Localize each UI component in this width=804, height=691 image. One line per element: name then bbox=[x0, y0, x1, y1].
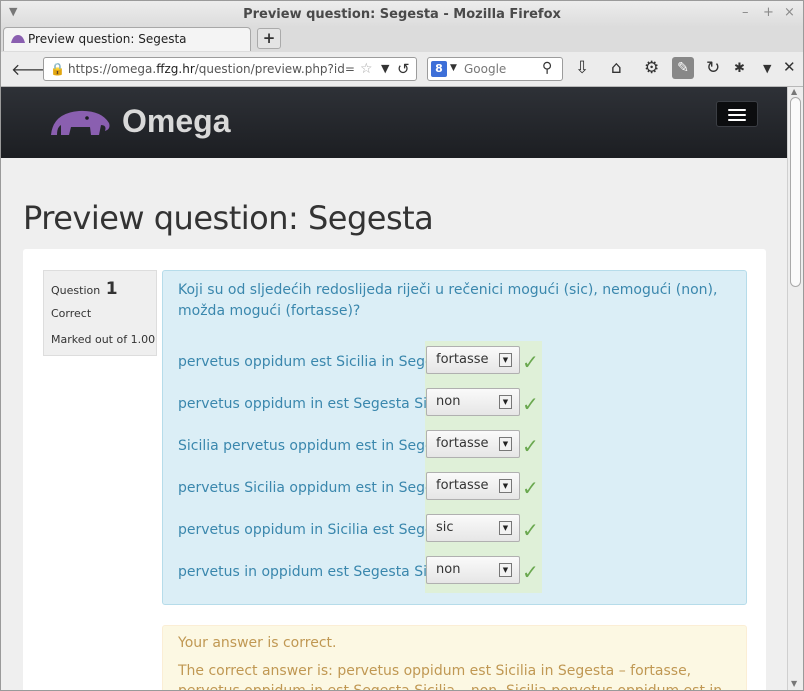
addon-puzzle-icon[interactable]: ⚙ bbox=[644, 58, 659, 78]
site-header: Omega bbox=[1, 87, 787, 158]
answer-phrase: pervetus oppidum in Sicilia est Segesta bbox=[178, 522, 455, 538]
search-engine-icon[interactable]: 8 bbox=[431, 61, 447, 77]
search-placeholder: Google bbox=[464, 62, 507, 76]
question-card: Question 1 Correct Marked out of 1.00 Ko… bbox=[23, 249, 766, 691]
maximize-button[interactable]: + bbox=[763, 5, 774, 20]
new-tab-button[interactable]: + bbox=[257, 28, 281, 49]
dropdown-arrow-icon[interactable]: ▼ bbox=[499, 395, 512, 409]
reload-icon[interactable]: ↺ bbox=[397, 60, 410, 78]
url-bar[interactable]: 🔒 https://omega.ffzg.hr/question/preview… bbox=[43, 57, 417, 81]
vertical-scrollbar[interactable]: ▲ ▼ bbox=[787, 87, 803, 690]
dropdown-arrow-icon[interactable]: ▼ bbox=[499, 563, 512, 577]
answer-select-value: non bbox=[436, 394, 461, 409]
navigation-toolbar: 🡐 🔒 https://omega.ffzg.hr/question/previ… bbox=[1, 52, 803, 87]
question-formulation: Koji su od sljedećih redoslijeda riječi … bbox=[162, 270, 747, 605]
window-title: Preview question: Segesta - Mozilla Fire… bbox=[243, 7, 561, 22]
answer-phrase: pervetus in oppidum est Segesta Sicilia bbox=[178, 564, 455, 580]
page-title: Preview question: Segesta bbox=[23, 199, 434, 237]
answer-select[interactable]: fortasse ▼ bbox=[426, 430, 520, 458]
sync-icon[interactable]: ↻ bbox=[706, 58, 720, 78]
question-number: Question 1 bbox=[51, 279, 118, 299]
dropdown-arrow-icon[interactable]: ▼ bbox=[499, 521, 512, 535]
correct-check-icon: ✓ bbox=[522, 434, 539, 458]
scrollbar-thumb[interactable] bbox=[790, 97, 801, 287]
downloads-icon[interactable]: ⇩ bbox=[575, 58, 589, 78]
answer-select[interactable]: fortasse ▼ bbox=[426, 472, 520, 500]
tab-title: Preview question: Segesta bbox=[28, 32, 187, 46]
question-state: Correct bbox=[51, 307, 92, 320]
scroll-up-icon[interactable]: ▲ bbox=[791, 87, 797, 96]
page-viewport: Omega Preview question: Segesta Question… bbox=[1, 87, 787, 691]
answer-phrase: pervetus oppidum in est Segesta Sicilia bbox=[178, 396, 455, 412]
dropdown-arrow-icon[interactable]: ▼ bbox=[499, 437, 512, 451]
home-icon[interactable]: ⌂ bbox=[611, 58, 622, 78]
question-grade: Marked out of 1.00 bbox=[51, 333, 156, 346]
nav-menu-button[interactable] bbox=[716, 101, 758, 127]
answer-row: pervetus oppidum in est Segesta Sicilia … bbox=[163, 385, 748, 425]
toolbar-overflow-icon[interactable]: ▼ bbox=[763, 62, 771, 75]
answer-select[interactable]: fortasse ▼ bbox=[426, 346, 520, 374]
answer-select-value: non bbox=[436, 562, 461, 577]
correct-check-icon: ✓ bbox=[522, 392, 539, 416]
answer-select-value: fortasse bbox=[436, 478, 489, 493]
url-text: https://omega.ffzg.hr/question/preview.p… bbox=[68, 62, 354, 76]
answer-select-value: sic bbox=[436, 520, 454, 535]
tools-icon[interactable]: ✕ bbox=[783, 58, 796, 76]
tab-preview-question[interactable]: Preview question: Segesta bbox=[3, 27, 251, 51]
answer-phrase: pervetus oppidum est Sicilia in Segesta bbox=[178, 354, 455, 370]
dropdown-arrow-icon[interactable]: ▼ bbox=[499, 479, 512, 493]
answer-select-value: fortasse bbox=[436, 352, 489, 367]
evernote-icon[interactable]: ✎ bbox=[672, 57, 694, 79]
answer-row: pervetus oppidum in Sicilia est Segesta … bbox=[163, 511, 748, 551]
answer-row: pervetus in oppidum est Segesta Sicilia … bbox=[163, 553, 748, 593]
right-answer: The correct answer is: pervetus oppidum … bbox=[178, 663, 723, 691]
general-feedback: Your answer is correct. bbox=[178, 635, 337, 651]
elephant-logo-icon[interactable] bbox=[49, 109, 113, 137]
bug-icon[interactable]: ✱ bbox=[734, 61, 745, 76]
answer-phrase: pervetus Sicilia oppidum est in Segesta bbox=[178, 480, 455, 496]
site-logo-text[interactable]: Omega bbox=[122, 103, 230, 140]
correct-check-icon: ✓ bbox=[522, 476, 539, 500]
tab-bar: Preview question: Segesta + bbox=[1, 27, 803, 52]
bookmark-star-icon[interactable]: ☆ bbox=[360, 61, 373, 77]
answer-select[interactable]: non ▼ bbox=[426, 556, 520, 584]
outcome-feedback: Your answer is correct. The correct answ… bbox=[162, 625, 747, 691]
dropdown-arrow-icon[interactable]: ▼ bbox=[499, 353, 512, 367]
search-engine-dropdown-icon[interactable]: ▼ bbox=[450, 63, 457, 73]
close-window-button[interactable]: × bbox=[784, 5, 795, 20]
search-magnifier-icon[interactable]: ⚲ bbox=[542, 60, 552, 76]
scroll-down-icon[interactable]: ▼ bbox=[791, 679, 797, 688]
browser-window: ▼ Preview question: Segesta - Mozilla Fi… bbox=[0, 0, 804, 691]
title-bar: ▼ Preview question: Segesta - Mozilla Fi… bbox=[1, 1, 803, 27]
lock-icon: 🔒 bbox=[50, 62, 65, 76]
correct-check-icon: ✓ bbox=[522, 518, 539, 542]
answer-select-value: fortasse bbox=[436, 436, 489, 451]
minimize-button[interactable]: – bbox=[742, 5, 749, 20]
answer-phrase: Sicilia pervetus oppidum est in Segesta bbox=[178, 438, 455, 454]
history-dropdown-icon[interactable]: ▼ bbox=[381, 62, 389, 75]
correct-check-icon: ✓ bbox=[522, 350, 539, 374]
question-info: Question 1 Correct Marked out of 1.00 bbox=[43, 270, 157, 356]
answer-select[interactable]: non ▼ bbox=[426, 388, 520, 416]
omega-favicon-icon bbox=[11, 35, 25, 43]
search-bar[interactable]: 8 ▼ Google ⚲ bbox=[427, 57, 563, 81]
answer-row: Sicilia pervetus oppidum est in Segesta … bbox=[163, 427, 748, 467]
answer-select[interactable]: sic ▼ bbox=[426, 514, 520, 542]
answer-row: pervetus oppidum est Sicilia in Segesta … bbox=[163, 343, 748, 383]
correct-check-icon: ✓ bbox=[522, 560, 539, 584]
answer-row: pervetus Sicilia oppidum est in Segesta … bbox=[163, 469, 748, 509]
question-text: Koji su od sljedećih redoslijeda riječi … bbox=[178, 282, 718, 319]
